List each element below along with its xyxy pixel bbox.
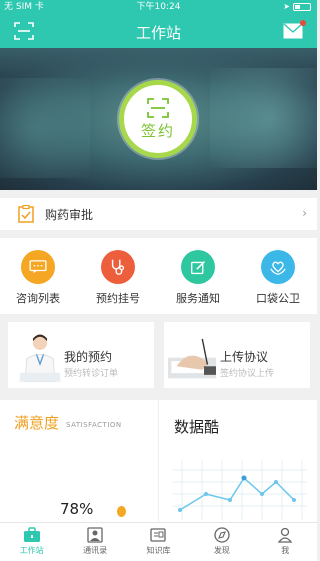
medicine-approval-row[interactable]: 购药审批 › [0,198,317,230]
card-title: 上传协议 [220,350,269,364]
card-title: 我的预约 [64,350,113,364]
satisfaction-value: 78% [60,500,94,518]
tab-discover[interactable]: 发现 [190,523,253,561]
grid-label: 咨询列表 [16,292,60,305]
book-icon [150,528,167,542]
tab-contacts[interactable]: 通讯录 [63,523,126,561]
briefcase-icon [23,527,40,542]
tab-workstation[interactable]: 工作站 [0,523,63,561]
satisfaction-title: 满意度 [14,414,60,432]
grid-item-consult[interactable]: 咨询列表 [3,250,73,306]
card-subtitle: 签约协议上传 [220,369,275,379]
sign-button[interactable]: 签约 [119,80,197,158]
writing-hand-illustration [168,338,216,379]
status-bar: 无 SIM 卡 下午10:24 ➤ [0,0,317,14]
grid-item-public-health[interactable]: 口袋公卫 [243,250,313,306]
nav-bar: 工作站 [0,14,317,48]
satisfaction-indicator [117,506,126,517]
grid-label: 预约挂号 [96,292,140,305]
grid-item-notification[interactable]: 服务通知 [163,250,233,306]
chevron-right-icon: › [302,206,307,220]
scan-sign-icon [147,97,169,118]
clipboard-check-icon [18,205,34,223]
card-subtitle: 预约转诊订单 [64,369,119,379]
person-icon [277,527,293,543]
stats-section: 满意度 SATISFACTION 78% 数据酷 [0,400,317,522]
chat-icon [21,250,55,284]
grid-label: 口袋公卫 [256,292,300,305]
tab-label: 我 [281,546,290,555]
bottom-tab-bar: 工作站 通讯录 知识库 发现 我 [0,522,317,561]
sign-label: 签约 [140,121,175,140]
status-time: 下午10:24 [136,2,181,12]
edit-icon [181,250,215,284]
stethoscope-icon [101,250,135,284]
grid-label: 服务通知 [176,292,220,305]
unread-badge [300,20,306,26]
location-icon: ➤ [283,2,290,11]
satisfaction-subtitle: SATISFACTION [66,421,122,429]
mail-icon [283,23,303,39]
trend-line-chart [172,460,307,520]
battery-icon [293,3,311,11]
contacts-icon [87,527,103,543]
tab-label: 知识库 [146,546,171,555]
approval-label: 购药审批 [45,208,94,222]
upload-agreement-card[interactable]: 上传协议 签约协议上传 [164,322,310,388]
grid-item-registration[interactable]: 预约挂号 [83,250,153,306]
tab-label: 工作站 [19,546,44,555]
doctor-illustration [19,334,61,382]
status-icons: ➤ [283,0,311,14]
tab-me[interactable]: 我 [254,523,317,561]
page-title: 工作站 [135,24,181,42]
service-cards: 我的预约 预约转诊订单 上传协议 签约协议上传 [0,318,317,396]
compass-icon [214,527,230,543]
tab-label: 通讯录 [83,546,108,555]
mail-button[interactable] [283,20,306,39]
top-header: 无 SIM 卡 下午10:24 ➤ 工作站 [0,0,317,48]
data-cool-title[interactable]: 数据酷 [174,416,219,437]
tab-knowledge[interactable]: 知识库 [127,523,190,561]
feature-grid: 咨询列表 预约挂号 服务通知 口袋公卫 [0,238,317,314]
tab-label: 发现 [213,546,230,555]
heart-hands-icon [261,250,295,284]
hero-banner: 签约 [0,48,317,190]
my-appointment-card[interactable]: 我的预约 预约转诊订单 [8,322,154,388]
